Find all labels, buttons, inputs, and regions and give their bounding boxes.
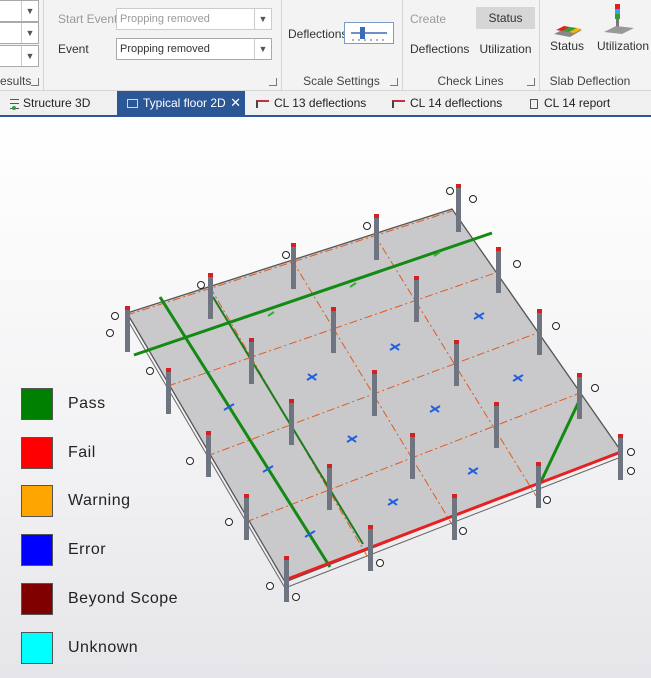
slab-deflection-label: Slab Deflection <box>549 74 631 88</box>
tab-cl-13-deflections[interactable]: CL 13 deflections <box>256 91 381 115</box>
legend-label-warning: Warning <box>68 492 131 509</box>
check-lines-label: Check Lines <box>437 74 504 88</box>
legend-swatch-fail <box>21 437 53 469</box>
tab-typical-floor-2d[interactable]: Typical floor 2D ✕ <box>117 91 245 115</box>
legend-swatch-pass <box>21 388 53 420</box>
tab-label: CL 13 deflections <box>274 96 367 110</box>
tab-label: Structure 3D <box>23 96 91 110</box>
chevron-down-icon: ▼ <box>254 9 271 29</box>
utilization-button[interactable]: Utilization <box>476 42 535 56</box>
tab-label: Typical floor 2D <box>143 96 226 110</box>
dialog-launcher-icon[interactable] <box>390 78 398 86</box>
legend-swatch-warning <box>21 485 53 517</box>
slider-icon <box>351 27 387 41</box>
results-combo-3[interactable]: ▼ <box>0 45 39 67</box>
results-combo-1[interactable]: ▼ <box>0 0 39 22</box>
event-value: Propping removed <box>120 43 210 55</box>
tab-label: CL 14 report <box>544 96 611 110</box>
status-button[interactable]: Status <box>476 7 535 29</box>
deflection-scale-slider[interactable] <box>344 22 394 44</box>
dialog-launcher-icon[interactable] <box>31 78 39 86</box>
results-group: ▼ ▼ ▼ esults <box>0 0 44 90</box>
structure-3d-icon <box>10 98 19 110</box>
scale-settings-label: Scale Settings <box>303 74 380 88</box>
report-icon <box>530 98 538 109</box>
results-combo-2[interactable]: ▼ <box>0 22 39 44</box>
legend-label-error: Error <box>68 541 107 558</box>
ribbon: ▼ ▼ ▼ esults Start Event Propping remove… <box>0 0 651 91</box>
event-group: Start Event Propping removed ▼ Event Pro… <box>43 0 282 90</box>
deflection-icon <box>392 99 405 108</box>
legend-swatch-error <box>21 534 53 566</box>
dialog-launcher-icon[interactable] <box>269 78 277 86</box>
slab-utilization-button[interactable]: Utilization <box>597 39 649 53</box>
tab-cl-14-deflections[interactable]: CL 14 deflections <box>392 91 517 115</box>
chevron-down-icon: ▼ <box>254 39 271 59</box>
chevron-down-icon: ▼ <box>21 46 38 66</box>
legend-swatch-beyond-scope <box>21 583 53 615</box>
slab-utilization-icon <box>602 2 636 36</box>
check-lines-group: Create Deflections Status Utilization Ch… <box>402 0 540 90</box>
legend-label-unknown: Unknown <box>68 639 139 656</box>
start-event-select[interactable]: Propping removed ▼ <box>116 8 272 30</box>
legend-label-pass: Pass <box>68 395 106 412</box>
scale-settings-group: Deflections Scale Settings <box>281 0 403 90</box>
deflection-icon <box>256 99 269 108</box>
create-button[interactable]: Create <box>410 12 446 26</box>
start-event-value: Propping removed <box>120 13 210 25</box>
start-event-label: Start Event <box>58 12 118 26</box>
document-tabs: Structure 3D Typical floor 2D ✕ CL 13 de… <box>0 91 651 117</box>
deflections-button[interactable]: Deflections <box>410 42 469 56</box>
chevron-down-icon: ▼ <box>21 1 38 21</box>
tab-label: CL 14 deflections <box>410 96 503 110</box>
slab-deflection-group: Status Utilization Slab Deflection <box>539 0 651 90</box>
tab-cl-14-report[interactable]: CL 14 report <box>530 91 640 115</box>
slab-status-button[interactable]: Status <box>550 39 584 53</box>
chevron-down-icon: ▼ <box>21 23 38 43</box>
slab-status-icon <box>550 10 586 40</box>
floor-plan-icon <box>127 99 138 109</box>
event-label: Event <box>58 42 89 56</box>
legend-swatch-unknown <box>21 632 53 664</box>
tab-structure-3d[interactable]: Structure 3D <box>10 91 110 115</box>
close-icon[interactable]: ✕ <box>230 91 241 115</box>
deflections-scale-label: Deflections <box>288 27 348 41</box>
viewport-3d[interactable]: Pass Fail Warning Error Beyond Scope Unk… <box>0 117 651 678</box>
event-select[interactable]: Propping removed ▼ <box>116 38 272 60</box>
legend-label-fail: Fail <box>68 444 96 461</box>
legend-label-beyond-scope: Beyond Scope <box>68 590 179 607</box>
